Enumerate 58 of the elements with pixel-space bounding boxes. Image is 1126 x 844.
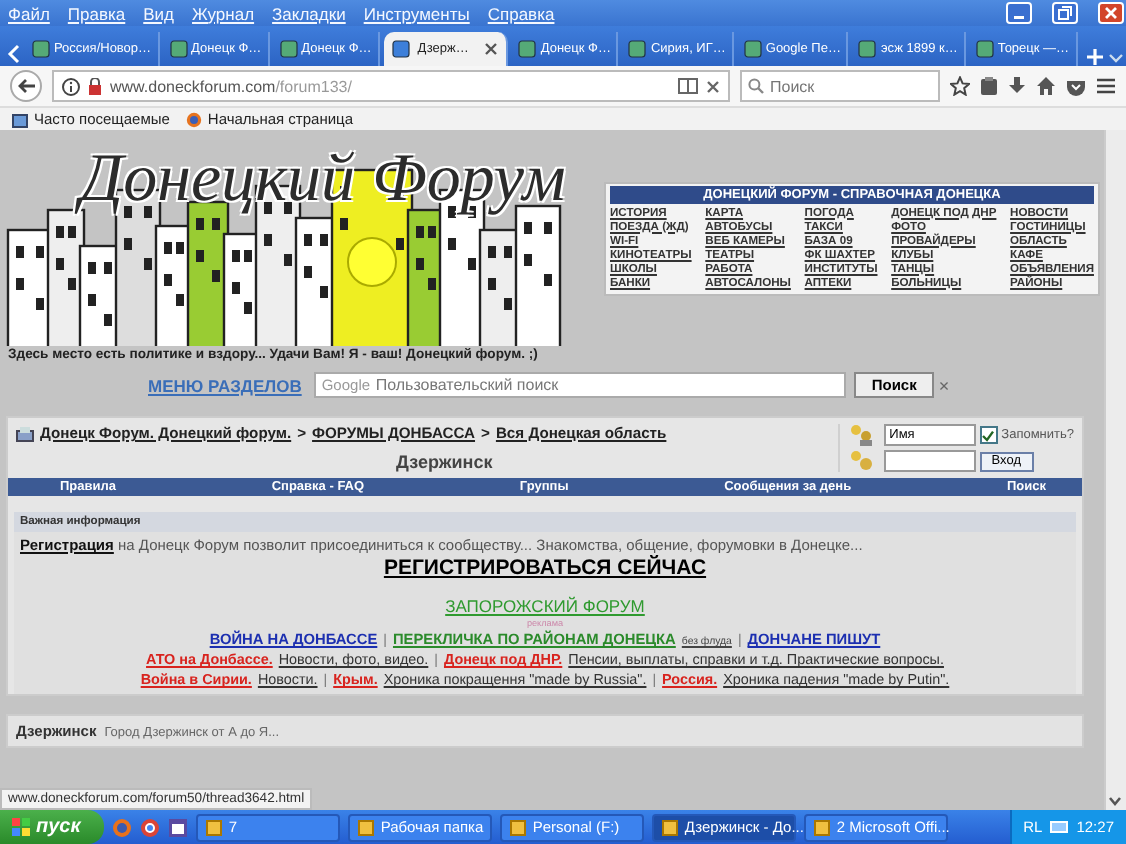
menu-item[interactable]: Справка: [487, 3, 555, 23]
chrome-icon[interactable]: [140, 817, 161, 837]
favicon-icon: [32, 40, 50, 58]
window-icon: [662, 819, 679, 835]
favicon-icon: [975, 40, 994, 58]
home-icon[interactable]: [1036, 76, 1056, 96]
menu-item[interactable]: Вид: [143, 3, 175, 23]
windows-flag-icon: [12, 818, 30, 836]
window-icon: [358, 819, 375, 835]
clipboard-icon[interactable]: [980, 76, 998, 96]
window-icon: [510, 819, 527, 835]
back-arrow-icon: [17, 78, 35, 94]
scroll-left-icon[interactable]: [6, 42, 22, 66]
close-icon: [1104, 6, 1118, 20]
menu-item[interactable]: Журнал: [192, 3, 255, 23]
globe-icon: [185, 111, 202, 127]
menu-item[interactable]: Файл: [8, 3, 50, 23]
password-field[interactable]: [883, 450, 976, 472]
info-icon: [62, 77, 80, 95]
close-icon[interactable]: [484, 42, 499, 56]
favicon-icon: [743, 40, 762, 58]
download-icon[interactable]: [1008, 76, 1026, 96]
search-icon: [748, 78, 764, 94]
pocket-icon[interactable]: [1066, 77, 1086, 95]
address-field[interactable]: www.doneckforum.com/forum133/: [52, 70, 730, 102]
restore-icon: [1058, 6, 1072, 20]
menu-item[interactable]: Закладки: [272, 3, 346, 23]
menu-item[interactable]: Правка: [67, 3, 126, 23]
favicon-icon: [279, 40, 298, 58]
forum-icon: [16, 425, 34, 441]
clear-icon[interactable]: [706, 79, 720, 93]
new-tab-icon[interactable]: [1085, 48, 1104, 66]
search-field[interactable]: Поиск: [740, 70, 940, 102]
register-now-link[interactable]: РЕГИСТРИРОВАТЬСЯ СЕЙЧАС: [383, 556, 707, 580]
favicon-icon: [518, 40, 537, 58]
menu-icon[interactable]: [1096, 78, 1116, 94]
back-button[interactable]: [10, 70, 42, 102]
menu-item[interactable]: Инструменты: [363, 3, 470, 23]
scrollbar[interactable]: [1104, 130, 1126, 810]
close-button[interactable]: [1098, 2, 1124, 24]
favicon-icon: [169, 40, 188, 58]
warning-lock-icon: [88, 77, 102, 95]
window-icon: [206, 819, 223, 835]
favicon-icon: [858, 40, 877, 58]
reader-view-icon[interactable]: [678, 78, 698, 94]
chevron-down-icon[interactable]: [1107, 50, 1124, 66]
minimize-button[interactable]: [1006, 2, 1032, 24]
remember-checkbox[interactable]: [979, 426, 998, 444]
check-icon: [982, 429, 995, 441]
star-icon[interactable]: [950, 76, 970, 96]
page-title: Дзержинск: [394, 450, 495, 472]
restore-button[interactable]: [1052, 2, 1078, 24]
window-icon: [814, 819, 831, 835]
favicon-icon: [628, 40, 647, 58]
scroll-down-icon: [1106, 792, 1124, 810]
network-icon[interactable]: [1050, 818, 1069, 836]
folder-icon: [12, 111, 28, 127]
favicon-icon: [391, 40, 410, 58]
